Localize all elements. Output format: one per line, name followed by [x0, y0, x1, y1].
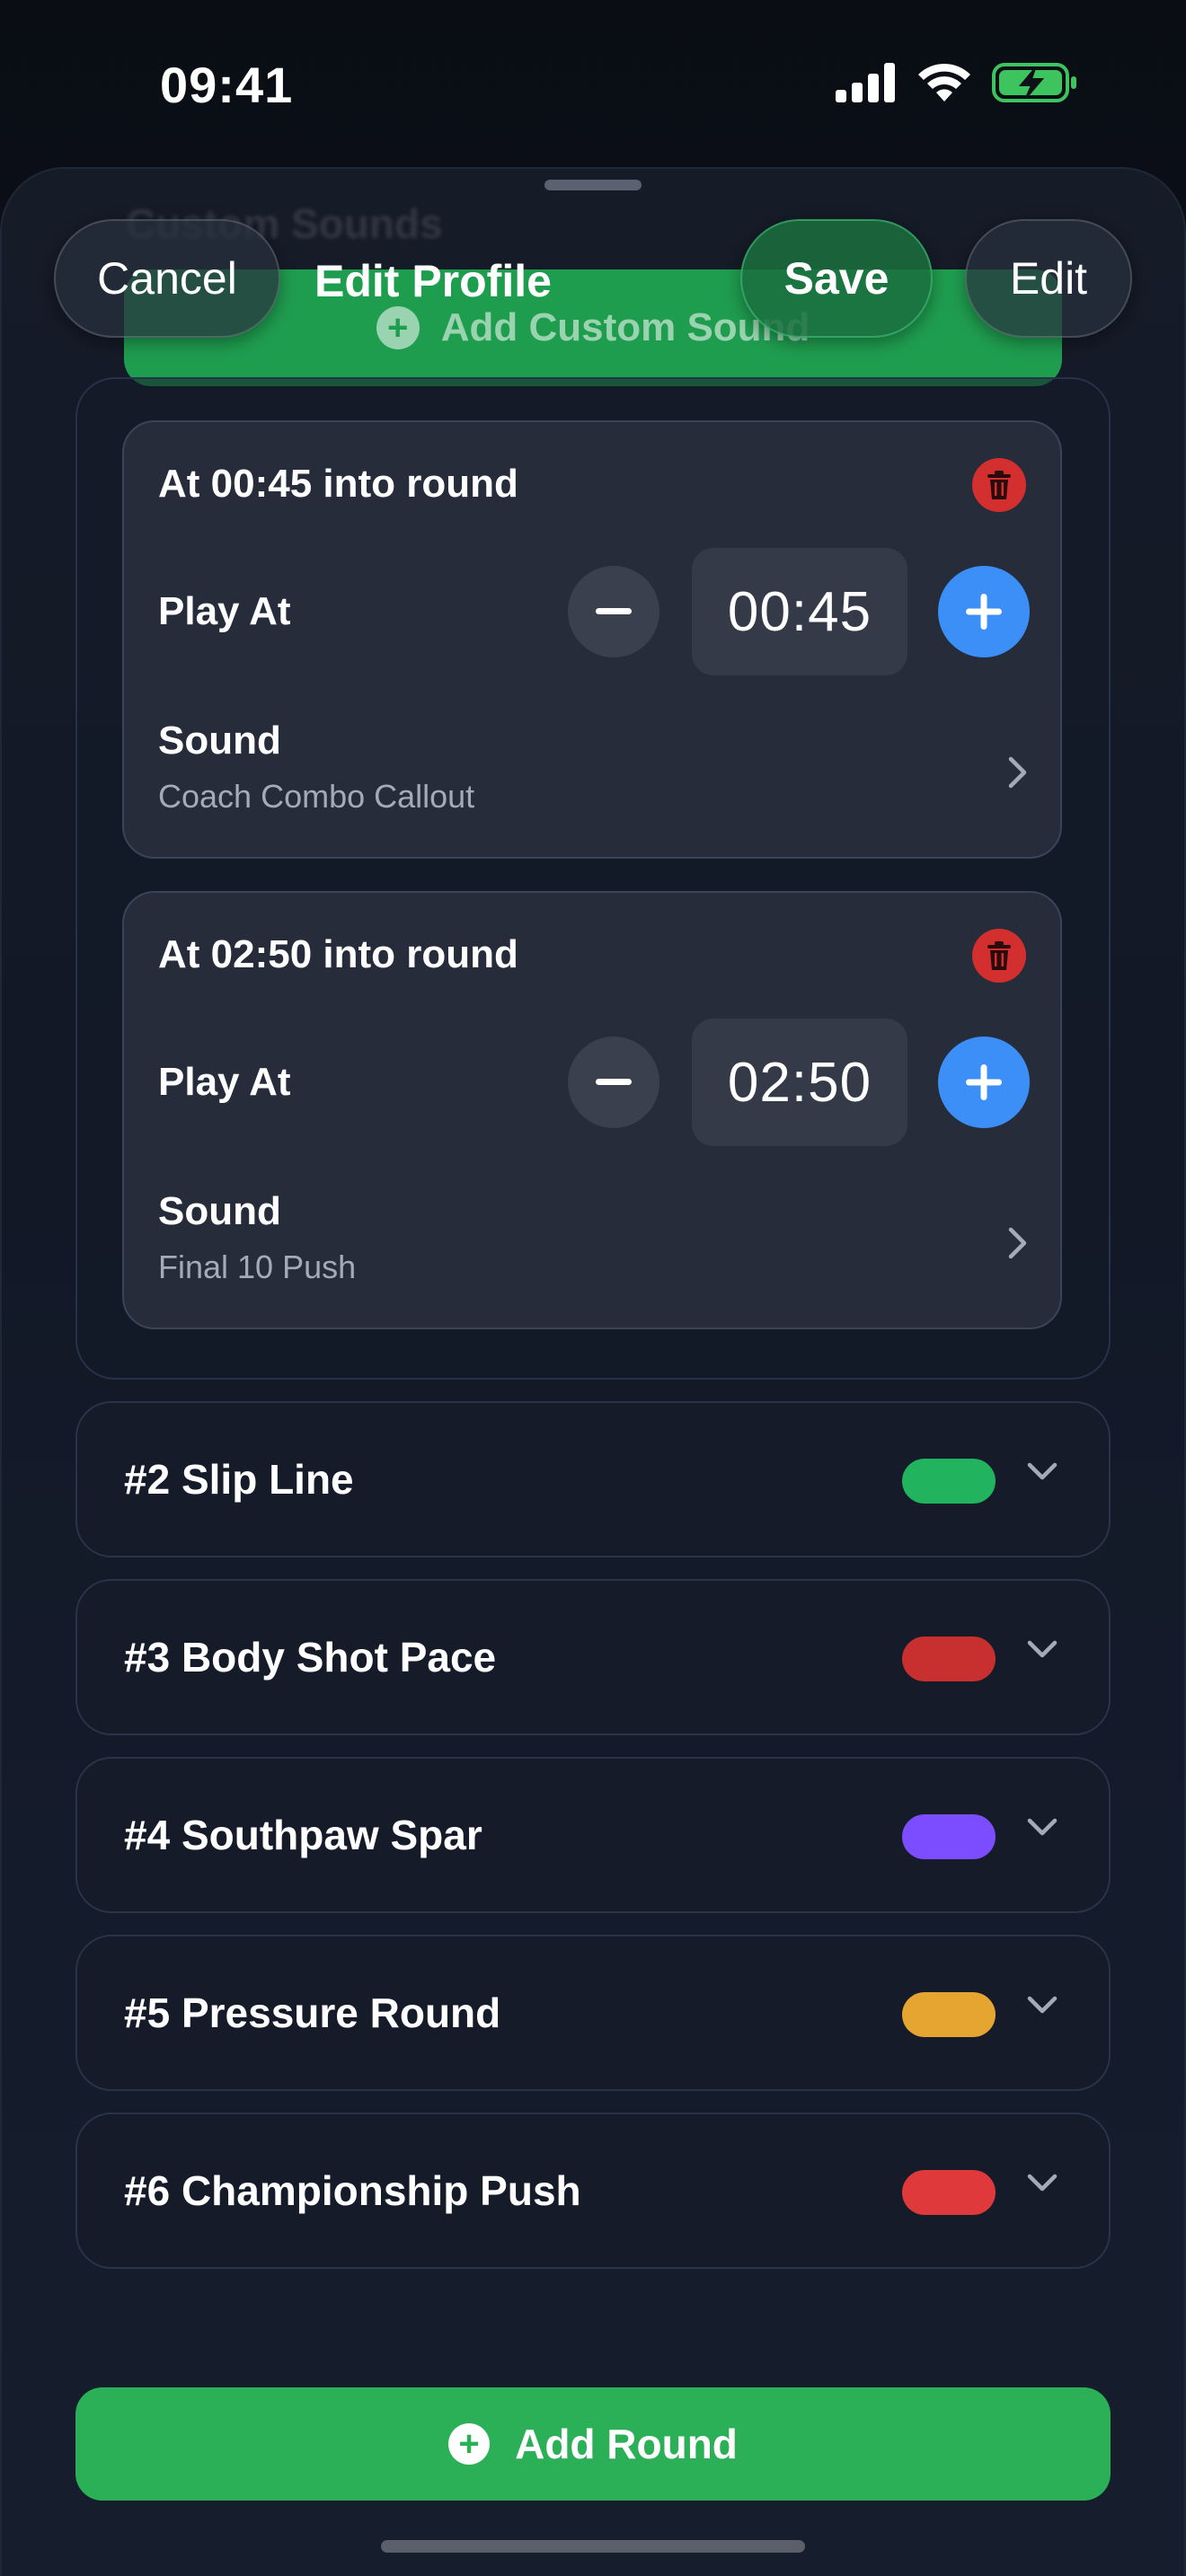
sound-cue-card: At 02:50 into round Play At 02:50 Sound …: [122, 891, 1062, 1329]
add-round-label: Add Round: [515, 2421, 738, 2467]
increment-time-button[interactable]: [938, 566, 1030, 657]
chevron-right-icon[interactable]: [1008, 1227, 1028, 1259]
plus-icon: [966, 1064, 1002, 1100]
round-row[interactable]: #6 Championship Push: [75, 2113, 1111, 2269]
decrement-time-button[interactable]: [568, 566, 659, 657]
sheet-grabber[interactable]: [544, 180, 642, 190]
round-row[interactable]: #3 Body Shot Pace: [75, 1579, 1111, 1735]
chevron-down-icon[interactable]: [1026, 2172, 1058, 2193]
round-color-swatch: [902, 1992, 996, 2037]
round-color-swatch: [902, 1636, 996, 1681]
status-bar: 09:41: [0, 0, 1186, 171]
plus-circle-icon: +: [448, 2423, 491, 2465]
sound-value[interactable]: Coach Combo Callout: [158, 778, 474, 816]
edit-button[interactable]: Edit: [965, 219, 1132, 338]
round-row[interactable]: #2 Slip Line: [75, 1401, 1111, 1557]
increment-time-button[interactable]: [938, 1037, 1030, 1128]
page-title: Edit Profile: [314, 256, 552, 306]
round-title: #3 Body Shot Pace: [124, 1634, 497, 1681]
signal-icon: [836, 63, 895, 102]
sound-label: Sound: [158, 1189, 281, 1233]
sound-cue-card: At 00:45 into round Play At 00:45 Sound …: [122, 420, 1062, 859]
chevron-right-icon[interactable]: [1008, 756, 1028, 789]
time-value[interactable]: 00:45: [692, 548, 907, 675]
round-title: #2 Slip Line: [124, 1456, 354, 1503]
sound-cue-title: At 00:45 into round: [158, 462, 518, 506]
home-indicator: [381, 2540, 805, 2553]
nav-bar: Cancel Edit Profile Save Edit: [0, 219, 1186, 341]
chevron-down-icon[interactable]: [1026, 1460, 1058, 1482]
round-row[interactable]: #4 Southpaw Spar: [75, 1757, 1111, 1913]
play-at-label: Play At: [158, 1060, 291, 1104]
cancel-button[interactable]: Cancel: [54, 219, 280, 338]
add-round-button[interactable]: + Add Round: [75, 2387, 1111, 2501]
status-icons: [836, 61, 1078, 104]
status-time: 09:41: [160, 57, 294, 113]
minus-icon: [596, 1079, 632, 1085]
delete-sound-button[interactable]: [972, 458, 1026, 512]
chevron-down-icon[interactable]: [1026, 1816, 1058, 1838]
time-value[interactable]: 02:50: [692, 1019, 907, 1146]
battery-charging-icon: [992, 63, 1076, 102]
trash-icon: [987, 471, 1011, 499]
round-title: #4 Southpaw Spar: [124, 1812, 482, 1858]
sound-value[interactable]: Final 10 Push: [158, 1248, 356, 1286]
save-button[interactable]: Save: [740, 219, 933, 338]
round-color-swatch: [902, 1814, 996, 1859]
round-title: #5 Pressure Round: [124, 1989, 501, 2036]
round-color-swatch: [902, 2170, 996, 2215]
round-title: #6 Championship Push: [124, 2167, 581, 2214]
sound-cue-title: At 02:50 into round: [158, 932, 518, 976]
chevron-down-icon[interactable]: [1026, 1638, 1058, 1660]
wifi-icon: [918, 63, 970, 101]
delete-sound-button[interactable]: [972, 929, 1026, 983]
sound-label: Sound: [158, 719, 281, 763]
trash-icon: [987, 941, 1011, 970]
plus-icon: [966, 594, 1002, 630]
minus-icon: [596, 608, 632, 614]
chevron-down-icon[interactable]: [1026, 1994, 1058, 2016]
round-row[interactable]: #5 Pressure Round: [75, 1935, 1111, 2091]
decrement-time-button[interactable]: [568, 1037, 659, 1128]
play-at-label: Play At: [158, 589, 291, 633]
round-color-swatch: [902, 1459, 996, 1504]
